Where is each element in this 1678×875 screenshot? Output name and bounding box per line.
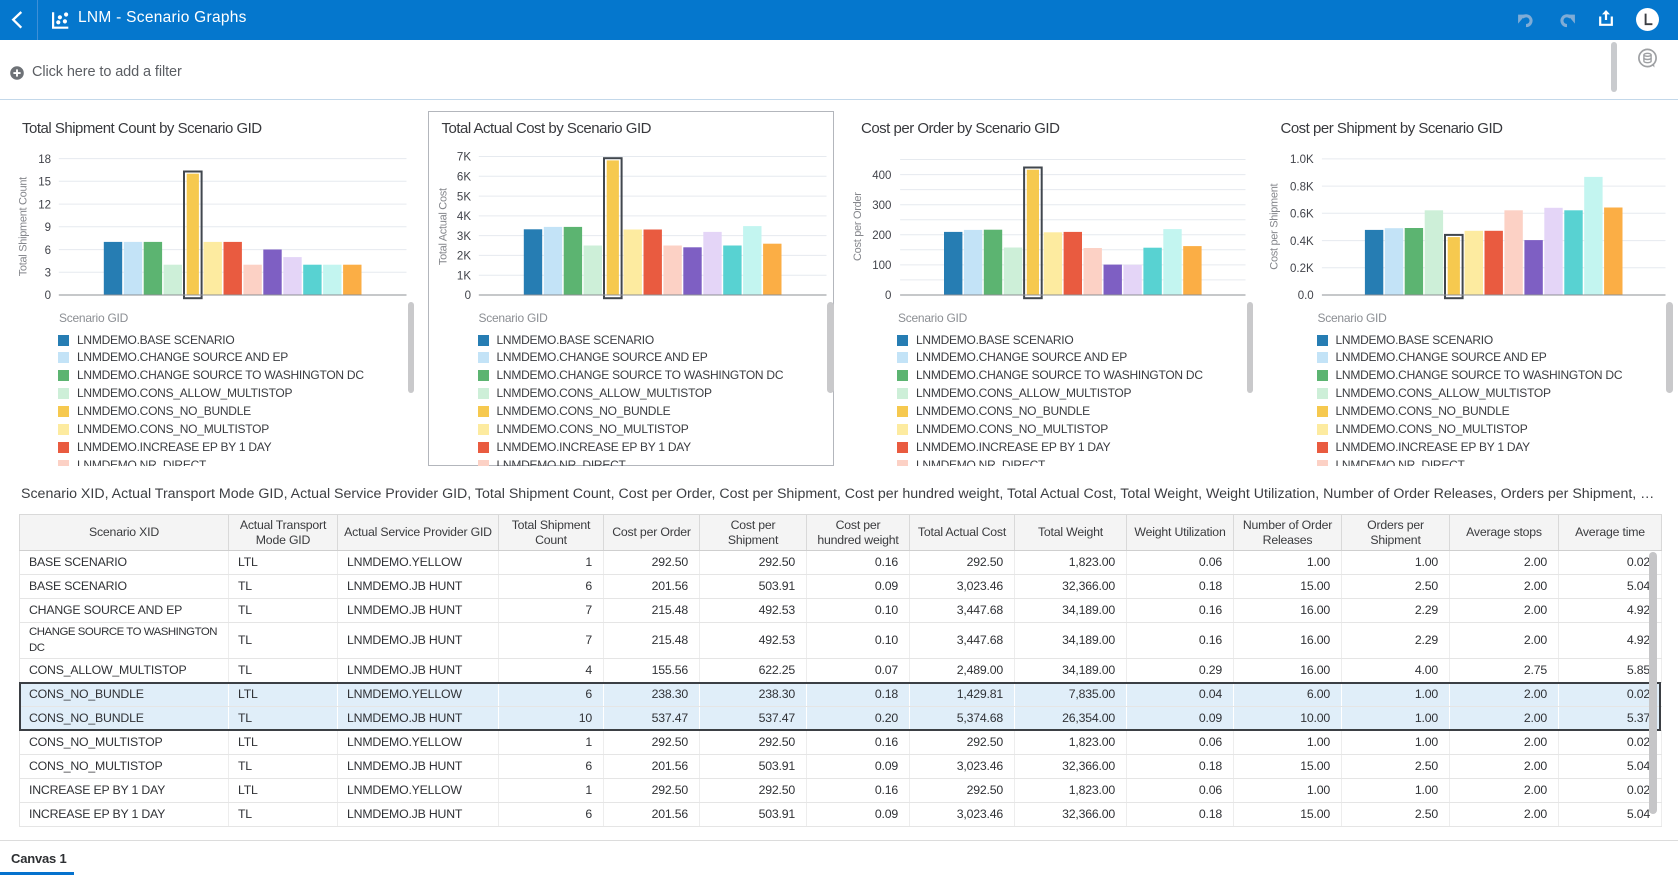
svg-text:0.8K: 0.8K: [1290, 181, 1314, 193]
svg-text:5K: 5K: [456, 191, 470, 203]
svg-text:6K: 6K: [456, 172, 470, 184]
svg-text:Total Actual Cost: Total Actual Cost: [437, 188, 449, 265]
svg-text:3K: 3K: [456, 231, 470, 243]
svg-text:400: 400: [872, 170, 891, 182]
svg-text:0.4K: 0.4K: [1290, 236, 1314, 248]
svg-text:0.0: 0.0: [1297, 290, 1313, 302]
svg-text:6: 6: [45, 245, 51, 257]
svg-text:0: 0: [464, 290, 470, 302]
svg-text:18: 18: [38, 154, 51, 166]
svg-text:100: 100: [872, 260, 891, 272]
svg-text:0.6K: 0.6K: [1290, 209, 1314, 221]
svg-text:0: 0: [45, 290, 51, 302]
svg-text:9: 9: [45, 222, 51, 234]
svg-text:1K: 1K: [456, 270, 470, 282]
svg-text:7K: 7K: [456, 152, 470, 164]
svg-text:Cost per Shipment: Cost per Shipment: [1268, 183, 1280, 269]
svg-text:0.2K: 0.2K: [1290, 263, 1314, 275]
svg-text:200: 200: [872, 230, 891, 242]
svg-text:Total Shipment Count: Total Shipment Count: [17, 177, 29, 276]
svg-text:12: 12: [38, 199, 51, 211]
svg-text:1.0K: 1.0K: [1290, 154, 1314, 166]
svg-text:0: 0: [885, 290, 891, 302]
svg-text:2K: 2K: [456, 251, 470, 263]
svg-text:4K: 4K: [456, 211, 470, 223]
svg-text:3: 3: [45, 268, 51, 280]
svg-text:300: 300: [872, 200, 891, 212]
svg-text:Cost per Order: Cost per Order: [852, 192, 864, 261]
svg-text:15: 15: [38, 177, 51, 189]
